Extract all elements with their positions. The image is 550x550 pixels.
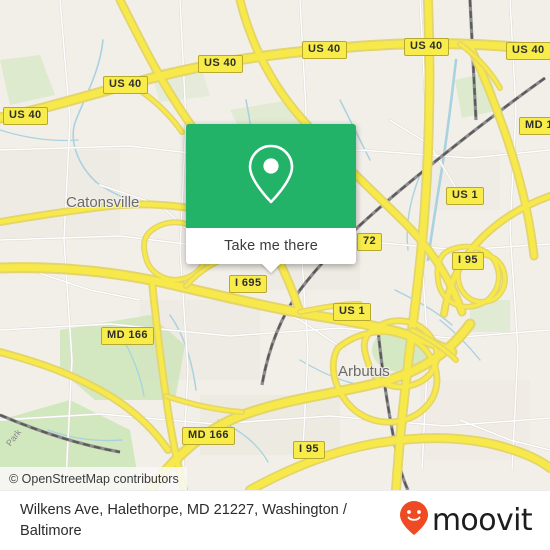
- map-canvas[interactable]: .rd-case { fill:none; stroke:#e3d46b; st…: [0, 0, 550, 490]
- take-me-there-button[interactable]: Take me there: [186, 228, 356, 264]
- popup-pointer-tail: [261, 263, 281, 273]
- shield-route-72[interactable]: 72: [357, 233, 383, 251]
- moovit-pin-smiley-icon: [399, 500, 429, 541]
- shield-i-95-b[interactable]: I 95: [293, 441, 325, 459]
- popup-header: [186, 124, 356, 228]
- shield-us-40-e[interactable]: US 40: [103, 76, 148, 94]
- take-me-there-label: Take me there: [224, 238, 318, 254]
- location-title: Wilkens Ave, Halethorpe, MD 21227, Washi…: [20, 501, 347, 539]
- shield-us-40-c[interactable]: US 40: [404, 38, 449, 56]
- shield-i-95-a[interactable]: I 95: [452, 252, 484, 270]
- shield-us-1-a[interactable]: US 1: [446, 187, 485, 205]
- moovit-map-screenshot: .rd-case { fill:none; stroke:#e3d46b; st…: [0, 0, 550, 550]
- shield-us-40-b[interactable]: US 40: [302, 41, 347, 59]
- footer-bar: Wilkens Ave, Halethorpe, MD 21227, Washi…: [0, 490, 550, 550]
- shield-us-40-a[interactable]: US 40: [198, 55, 243, 73]
- map-attribution[interactable]: © OpenStreetMap contributors: [0, 467, 187, 490]
- shield-md-166-a[interactable]: MD 166: [101, 327, 154, 345]
- destination-popup-card[interactable]: Take me there: [186, 124, 356, 273]
- shield-md-166-b[interactable]: MD 166: [182, 427, 235, 445]
- moovit-brand[interactable]: moovit: [399, 500, 533, 541]
- location-pin-icon: [246, 143, 296, 210]
- place-label-arbutus: Arbutus: [338, 363, 390, 380]
- moovit-wordmark: moovit: [431, 502, 533, 538]
- shield-md-1[interactable]: MD 1: [519, 117, 550, 135]
- shield-i-695[interactable]: I 695: [229, 275, 268, 293]
- shield-us-40-d[interactable]: US 40: [506, 42, 550, 60]
- place-label-catonsville: Catonsville: [66, 194, 140, 211]
- shield-us-40-f[interactable]: US 40: [3, 107, 48, 125]
- attribution-text: © OpenStreetMap contributors: [9, 471, 179, 486]
- shield-us-1-b[interactable]: US 1: [333, 303, 372, 321]
